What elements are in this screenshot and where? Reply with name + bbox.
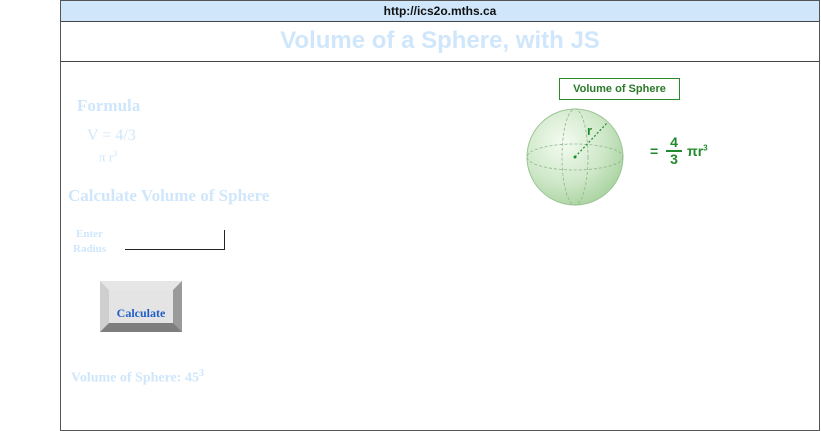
radius-symbol: r <box>587 123 592 138</box>
sphere-image: r <box>526 108 624 206</box>
sphere-center <box>573 155 577 159</box>
calculate-button[interactable]: Calculate <box>100 281 182 332</box>
fraction: 4 3 <box>666 135 682 167</box>
radius-input[interactable] <box>125 230 225 250</box>
radius-label-line-2: Radius <box>73 243 107 255</box>
pi-r: πr <box>687 143 704 159</box>
title-row: Volume of a Sphere, with JS <box>61 22 819 62</box>
result-exponent: 3 <box>198 368 204 379</box>
radius-label-line-1: Enter <box>76 228 103 240</box>
page-frame: http://ics2o.mths.ca Volume of a Sphere,… <box>60 0 820 431</box>
calculate-heading: Calculate Volume of Sphere <box>68 186 270 205</box>
page-title: Volume of a Sphere, with JS <box>280 27 600 54</box>
sphere-diagram-label: Volume of Sphere <box>559 78 680 100</box>
result-text: Volume of Sphere: 453 <box>71 368 204 387</box>
radius-label: Enter Radius <box>73 227 106 257</box>
formula-line-2: π r3 <box>99 149 117 165</box>
fraction-denominator: 3 <box>670 151 678 167</box>
result-value: Volume of Sphere: 45 <box>71 370 199 386</box>
formula-line-1: V = 4/3 <box>87 127 136 144</box>
pi-r-cubed: πr3 <box>687 143 708 159</box>
formula-heading: Formula <box>77 96 141 115</box>
formula-line-2-base: π r <box>99 149 114 165</box>
pi-r-exponent: 3 <box>703 143 708 153</box>
url-bar: http://ics2o.mths.ca <box>61 1 819 22</box>
fraction-numerator: 4 <box>670 134 678 150</box>
equals-sign: = <box>650 143 659 159</box>
formula-line-2-exponent: 3 <box>113 149 118 158</box>
